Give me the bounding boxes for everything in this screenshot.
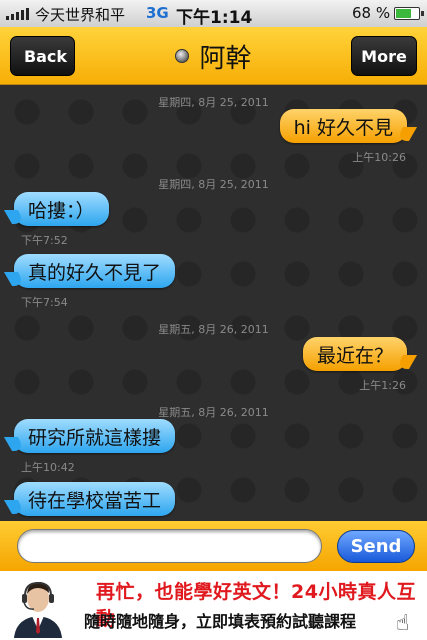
message-timestamp: 下午7:54	[21, 296, 68, 309]
presence-indicator-icon	[175, 49, 190, 63]
message-timestamp: 上午1:26	[359, 379, 406, 392]
navigation-bar: 阿幹 Back More	[0, 27, 427, 85]
clock: 下午1:14	[176, 8, 253, 28]
ad-subline: 隨時隨地隨身，立即填表預約試聽課程	[84, 612, 357, 631]
battery-percentage: 68 %	[352, 4, 391, 22]
carrier-name: 今天世界和平	[35, 6, 126, 24]
date-separator: 星期四, 8月 25, 2011	[158, 178, 269, 191]
date-separator: 星期四, 8月 25, 2011	[158, 96, 269, 109]
signal-strength-icon	[6, 6, 30, 20]
message-timestamp: 下午7:52	[21, 234, 68, 247]
incoming-message-bubble[interactable]: 研究所就這樣摟	[14, 419, 176, 453]
incoming-message-bubble[interactable]: 真的好久不見了	[14, 254, 176, 288]
incoming-message-bubble[interactable]: 哈摟：）	[14, 192, 109, 226]
ad-person-image	[8, 574, 68, 638]
compose-bar: Send	[0, 521, 427, 571]
battery-icon	[394, 7, 424, 20]
message-timestamp: 上午10:26	[352, 151, 406, 164]
more-button[interactable]: More	[351, 36, 417, 76]
back-button[interactable]: Back	[10, 36, 75, 76]
send-button[interactable]: Send	[337, 530, 415, 563]
chat-message-list[interactable]: 星期四, 8月 25, 2011 hi 好久不見 上午10:26 星期四, 8月…	[0, 85, 427, 521]
status-bar: 今天世界和平 3G 下午1:14 68 %	[0, 0, 427, 28]
message-input[interactable]	[17, 529, 322, 563]
network-type: 3G	[146, 4, 169, 22]
outgoing-message-bubble[interactable]: hi 好久不見	[279, 109, 407, 143]
date-separator: 星期五, 8月 26, 2011	[158, 406, 269, 419]
message-timestamp: 上午10:42	[21, 461, 75, 474]
pointing-hand-icon: ☝	[396, 611, 410, 636]
ad-banner[interactable]: 再忙，也能學好英文！24小時真人互動 隨時隨地隨身，立即填表預約試聽課程 ☝	[0, 571, 427, 640]
incoming-message-bubble[interactable]: 待在學校當苦工	[14, 482, 176, 516]
contact-name-title: 阿幹	[199, 43, 252, 74]
outgoing-message-bubble[interactable]: 最近在？	[302, 337, 407, 371]
battery-level-fill	[396, 9, 411, 18]
date-separator: 星期五, 8月 26, 2011	[158, 323, 269, 336]
